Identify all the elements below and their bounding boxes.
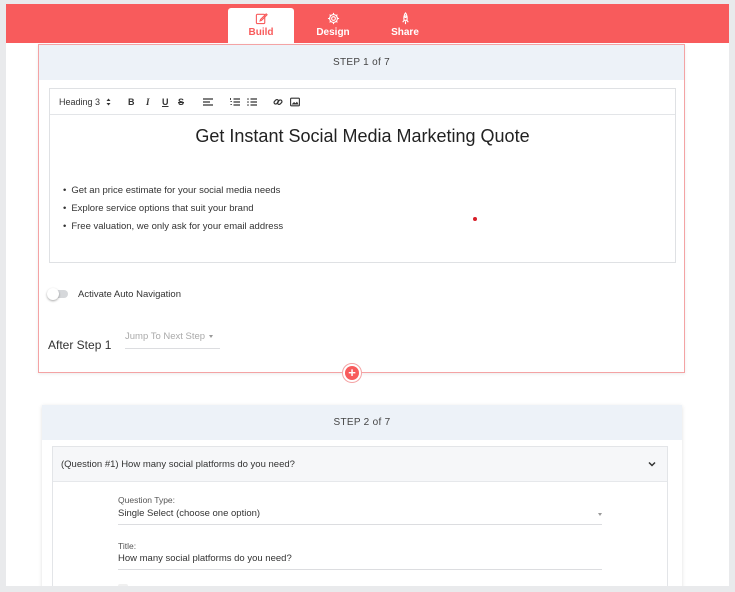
step-1-header: STEP 1 of 7 [39, 45, 684, 80]
title-input[interactable]: How many social platforms do you need? [118, 553, 602, 570]
tab-share[interactable]: Share [372, 8, 438, 43]
question-type-label: Question Type: [118, 495, 176, 505]
strikethrough-button[interactable]: S [178, 96, 184, 108]
question-type-value: Single Select (choose one option) [118, 508, 261, 519]
underline-button[interactable]: U [162, 96, 169, 108]
updown-arrow-icon [106, 98, 111, 106]
rocket-icon [401, 12, 409, 25]
step-1-card: STEP 1 of 7 Heading 3 B I U S Get Instan… [38, 44, 685, 373]
tab-share-label: Share [391, 27, 419, 38]
caret-down-icon [209, 334, 214, 338]
next-field-fragment [118, 584, 128, 586]
question-header-text: (Question #1) How many social platforms … [61, 459, 295, 470]
list-item: Get an price estimate for your social me… [63, 182, 283, 200]
tab-design-label: Design [316, 27, 350, 38]
heading-select-value: Heading 3 [59, 97, 101, 107]
bullet-list: Get an price estimate for your social me… [63, 182, 283, 236]
tab-build-label: Build [248, 27, 274, 38]
step-2-card: STEP 2 of 7 (Question #1) How many socia… [42, 405, 682, 586]
ordered-list-icon[interactable] [230, 97, 240, 107]
image-icon[interactable] [290, 97, 300, 107]
list-item: Free valuation, we only ask for your ema… [63, 218, 283, 236]
auto-navigation-toggle[interactable] [47, 288, 68, 300]
question-type-select[interactable]: Single Select (choose one option) [118, 508, 602, 525]
chevron-down-icon[interactable] [648, 460, 656, 468]
form-builder-window: Build Design Share STEP 1 of 7 Heading 3… [6, 4, 729, 586]
add-step-button[interactable]: + [342, 363, 362, 383]
after-step-label: After Step 1 [48, 338, 112, 352]
caret-down-icon [598, 513, 602, 516]
editor-toolbar: Heading 3 B I U S [50, 89, 675, 115]
top-navigation-bar: Build Design Share [6, 4, 729, 43]
cursor-dot [473, 217, 477, 221]
page-title: Get Instant Social Media Marketing Quote [195, 126, 530, 146]
question-header[interactable]: (Question #1) How many social platforms … [53, 447, 667, 482]
heading-select[interactable]: Heading 3 [59, 96, 111, 108]
plus-icon: + [345, 366, 359, 380]
italic-button[interactable]: I [146, 96, 150, 108]
gear-icon [327, 12, 339, 25]
list-item: Explore service options that suit your b… [63, 200, 283, 218]
link-icon[interactable] [273, 97, 283, 107]
bold-button[interactable]: B [128, 96, 135, 108]
question-block: (Question #1) How many social platforms … [52, 446, 668, 586]
auto-navigation-label: Activate Auto Navigation [78, 289, 181, 300]
title-input-value: How many social platforms do you need? [118, 553, 292, 564]
step-2-header: STEP 2 of 7 [42, 405, 682, 440]
bullet-list-icon[interactable] [247, 97, 257, 107]
tab-build[interactable]: Build [228, 8, 294, 43]
edit-icon [255, 13, 268, 25]
jump-select-placeholder: Jump To Next Step [125, 331, 206, 342]
title-label: Title: [118, 541, 137, 551]
rich-text-editor[interactable]: Heading 3 B I U S Get Instant Social Med… [49, 88, 676, 263]
toggle-knob [47, 288, 59, 300]
jump-to-step-select[interactable]: Jump To Next Step [125, 330, 220, 349]
align-left-icon[interactable] [203, 97, 213, 107]
tab-design[interactable]: Design [300, 8, 366, 43]
